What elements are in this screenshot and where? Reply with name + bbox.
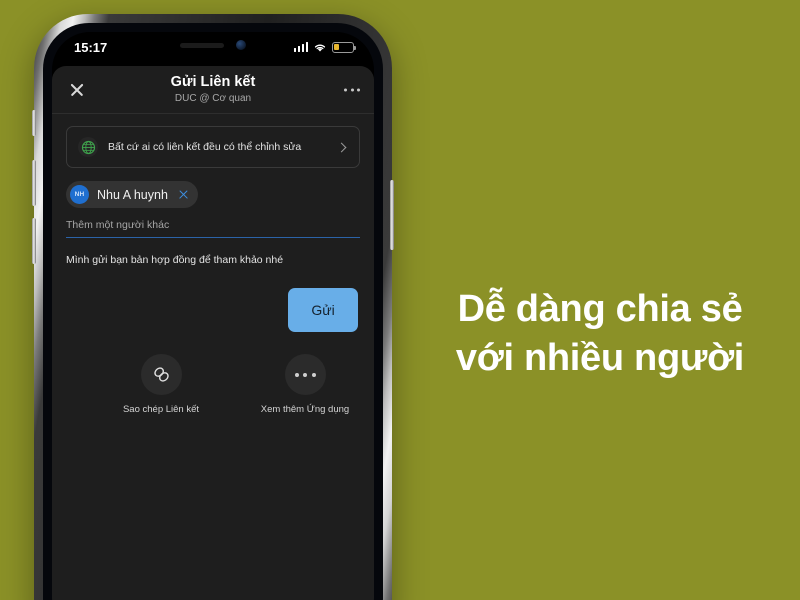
avatar: NH: [70, 185, 89, 204]
mute-switch[interactable]: [32, 110, 36, 136]
volume-down-button[interactable]: [32, 218, 36, 264]
action-more-apps[interactable]: Xem thêm Ứng dụng: [260, 354, 350, 415]
status-bar-indicators: [293, 41, 357, 53]
permission-row[interactable]: Bất cứ ai có liên kết đều có thể chỉnh s…: [66, 126, 360, 168]
share-sheet: Gửi Liên kết DUC @ Cơ quan Bất cứ ai có …: [52, 66, 374, 600]
message-input-row[interactable]: Mình gửi bạn bản hợp đồng để tham khảo n…: [66, 254, 360, 266]
recipient-name: Nhu A huynh: [97, 187, 168, 202]
battery-low-icon: [332, 41, 357, 53]
page-title: Gửi Liên kết: [170, 74, 256, 91]
front-camera-icon: [236, 40, 246, 50]
volume-up-button[interactable]: [32, 160, 36, 206]
share-sheet-titles: Gửi Liên kết DUC @ Cơ quan: [171, 74, 256, 105]
phone-screen: 15:17 Gửi Liên kết DUC @ Cơ quan Bất cứ …: [52, 32, 374, 600]
add-person-input[interactable]: Thêm một người khác: [66, 219, 360, 231]
wifi-icon: [314, 44, 326, 52]
page-subtitle: DUC @ Cơ quan: [174, 93, 252, 105]
action-copy-link[interactable]: Sao chép Liên kết: [116, 354, 206, 415]
promo-line-2: với nhiều người: [455, 336, 745, 379]
phone-mockup: 15:17 Gửi Liên kết DUC @ Cơ quan Bất cứ …: [32, 14, 394, 600]
add-person-input-row[interactable]: Thêm một người khác: [66, 219, 360, 238]
more-options-icon[interactable]: [342, 80, 362, 99]
earpiece-speaker-icon: [180, 42, 224, 48]
send-button[interactable]: Gửi: [288, 288, 358, 332]
link-icon: [140, 354, 182, 395]
recipients-field[interactable]: NH Nhu A huynh: [52, 168, 374, 208]
action-label: Sao chép Liên kết: [122, 404, 200, 415]
recipient-chip[interactable]: NH Nhu A huynh: [66, 181, 198, 208]
more-horizontal-icon: [284, 354, 326, 395]
promo-line-1: Dễ dàng chia sẻ: [457, 288, 743, 330]
action-label: Xem thêm Ứng dụng: [260, 404, 350, 415]
share-sheet-header: Gửi Liên kết DUC @ Cơ quan: [52, 66, 374, 114]
promo-text: Dễ dàng chia sẻ với nhiều người: [400, 285, 800, 382]
message-input[interactable]: Mình gửi bạn bản hợp đồng để tham khảo n…: [66, 254, 360, 266]
chevron-right-icon: [336, 142, 347, 152]
power-button[interactable]: [390, 180, 394, 250]
close-icon[interactable]: [62, 75, 92, 105]
status-bar-time: 15:17: [74, 39, 108, 55]
permission-label: Bất cứ ai có liên kết đều có thể chỉnh s…: [108, 141, 302, 153]
cellular-bars-icon: [293, 42, 308, 52]
action-row: Sao chép Liên kết Xem thêm Ứng dụng: [52, 332, 374, 415]
notch: [133, 32, 293, 58]
globe-icon: [78, 137, 98, 157]
close-icon[interactable]: [177, 188, 190, 201]
send-row: Gửi: [52, 266, 374, 332]
